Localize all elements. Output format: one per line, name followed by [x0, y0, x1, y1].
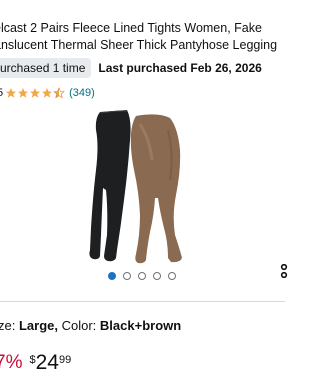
rating-row[interactable]: 5 (349)	[0, 85, 95, 101]
brown-tights-image	[130, 114, 182, 264]
star-icon	[18, 88, 29, 98]
star-rating[interactable]	[5, 87, 65, 99]
size-label: ze:	[0, 318, 16, 333]
carousel-dot-4[interactable]	[153, 272, 161, 280]
share-icon[interactable]	[279, 264, 291, 278]
carousel-dot-3[interactable]	[138, 272, 146, 280]
price-row: 7% $ 24 99	[0, 350, 71, 378]
tights-product-photo	[89, 110, 182, 264]
carousel-dot-1[interactable]	[108, 272, 116, 280]
carousel-dot-5[interactable]	[168, 272, 176, 280]
black-tights-image	[89, 110, 131, 262]
purchase-history-row: urchased 1 time Last purchased Feb 26, 2…	[0, 58, 262, 78]
last-purchased-date: Last purchased Feb 26, 2026	[98, 61, 262, 75]
star-icon	[42, 88, 53, 98]
product-title-line-1: elcast 2 Pairs Fleece Lined Tights Women…	[0, 21, 262, 35]
price-whole: 24	[35, 351, 59, 374]
star-icon	[6, 88, 17, 98]
color-value: Black+brown	[99, 318, 182, 333]
product-title-line-2: anslucent Thermal Sheer Thick Pantyhose …	[0, 38, 278, 52]
discount-percentage: 7%	[0, 352, 23, 373]
half-star-icon	[53, 87, 65, 99]
review-count-link[interactable]: (349)	[69, 87, 95, 99]
rating-value: 5	[0, 87, 4, 99]
section-divider	[0, 301, 285, 302]
star-icon	[30, 88, 41, 98]
carousel-dot-2[interactable]	[123, 272, 131, 280]
product-title[interactable]: elcast 2 Pairs Fleece Lined Tights Women…	[0, 20, 294, 54]
price-fraction: 99	[58, 354, 72, 366]
variant-selection[interactable]: ze: Large, Color: Black+brown	[0, 318, 181, 333]
price: $ 24 99	[29, 350, 71, 376]
size-value: Large,	[18, 318, 58, 333]
color-label: Color:	[61, 318, 97, 333]
image-carousel-dots[interactable]	[108, 272, 176, 280]
product-image[interactable]	[0, 110, 285, 265]
purchased-count-badge[interactable]: urchased 1 time	[0, 58, 92, 78]
